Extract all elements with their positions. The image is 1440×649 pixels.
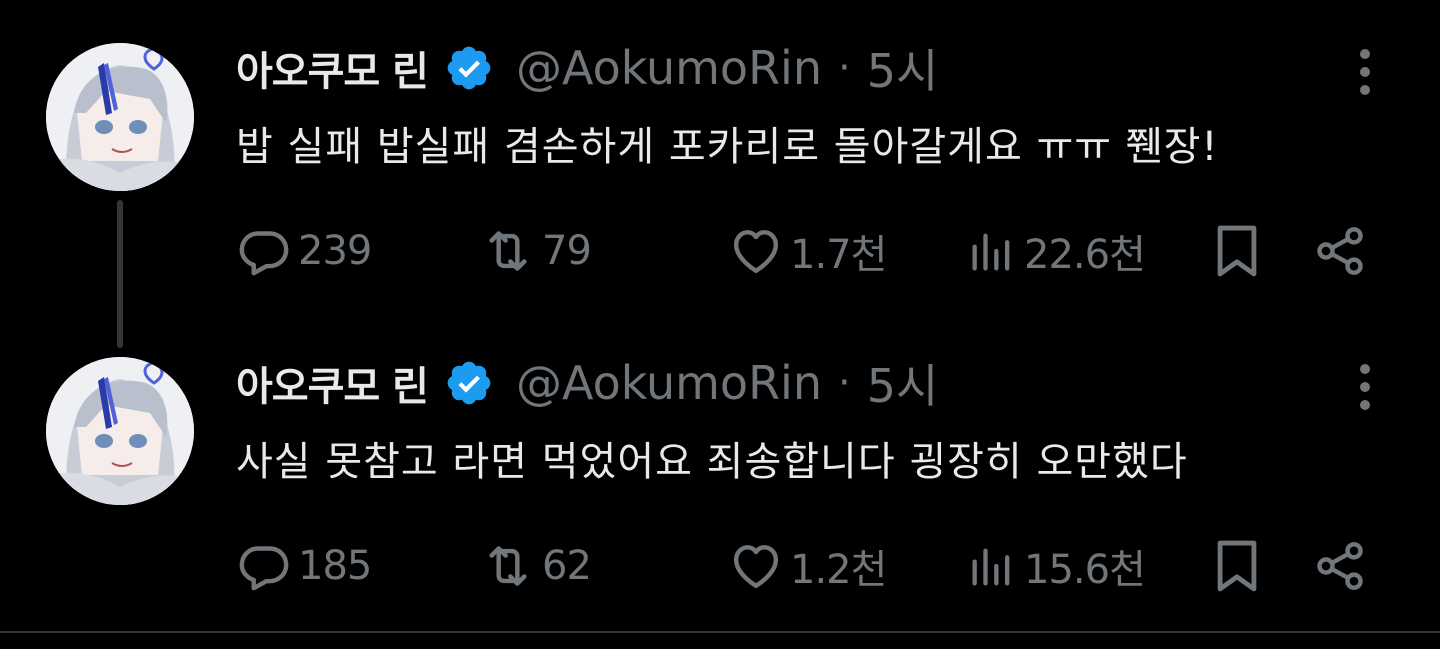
share-icon	[1317, 542, 1363, 590]
tweet[interactable]: 아오쿠모 린 @AokumoRin · 5시 밥 실패 밥실패 겸손하게 포카리…	[0, 0, 1440, 348]
share-button[interactable]	[1312, 533, 1368, 599]
verified-badge-icon	[447, 361, 491, 405]
views-chart-icon	[972, 233, 1010, 271]
like-count: 1.2천	[790, 547, 887, 593]
bookmark-icon	[1217, 225, 1257, 277]
tweet-actions: 185 62 1.2천 15.6천	[0, 533, 1440, 599]
bookmark-button[interactable]	[1212, 533, 1262, 599]
reply-icon	[239, 546, 289, 591]
display-name[interactable]: 아오쿠모 린	[236, 354, 429, 412]
heart-icon	[733, 230, 779, 274]
retweet-button[interactable]: 62	[480, 533, 592, 599]
bookmark-button[interactable]	[1212, 218, 1262, 284]
share-button[interactable]	[1312, 218, 1368, 284]
tweet-header: 아오쿠모 린 @AokumoRin · 5시	[236, 351, 938, 415]
view-count: 22.6천	[1024, 232, 1146, 278]
reply-button[interactable]: 239	[236, 218, 372, 284]
like-button[interactable]: 1.7천	[728, 218, 887, 284]
avatar[interactable]	[46, 357, 194, 505]
share-icon	[1317, 227, 1363, 275]
view-count: 15.6천	[1024, 547, 1146, 593]
retweet-count: 79	[542, 228, 592, 274]
retweet-icon	[489, 231, 527, 271]
verified-badge-icon	[447, 46, 491, 90]
retweet-icon	[489, 546, 527, 586]
avatar-illustration	[46, 43, 194, 191]
heart-icon	[733, 545, 779, 589]
separator-dot: ·	[837, 45, 851, 91]
like-button[interactable]: 1.2천	[728, 533, 887, 599]
bottom-divider	[0, 631, 1440, 633]
separator-dot: ·	[837, 360, 851, 406]
tweet-header: 아오쿠모 린 @AokumoRin · 5시	[236, 36, 938, 100]
views-button[interactable]: 22.6천	[966, 218, 1146, 284]
views-chart-icon	[972, 548, 1010, 586]
views-button[interactable]: 15.6천	[966, 533, 1146, 599]
retweet-count: 62	[542, 543, 592, 589]
tweet-text: 사실 못참고 라면 먹었어요 죄송합니다 굉장히 오만했다	[236, 439, 1188, 485]
retweet-button[interactable]: 79	[480, 218, 592, 284]
tweet-actions: 239 79 1.7천 22.6천	[0, 218, 1440, 284]
like-count: 1.7천	[790, 232, 887, 278]
more-options-icon[interactable]	[1348, 361, 1382, 413]
reply-icon	[239, 231, 289, 276]
reply-count: 239	[298, 228, 372, 274]
user-handle[interactable]: @AokumoRin	[516, 41, 822, 95]
more-options-icon[interactable]	[1348, 46, 1382, 98]
avatar[interactable]	[46, 43, 194, 191]
bookmark-icon	[1217, 540, 1257, 592]
tweet-text: 밥 실패 밥실패 겸손하게 포카리로 돌아갈게요 ㅠㅠ 쮄장!	[236, 124, 1219, 170]
tweet[interactable]: 아오쿠모 린 @AokumoRin · 5시 사실 못참고 라면 먹었어요 죄송…	[0, 315, 1440, 631]
display-name[interactable]: 아오쿠모 린	[236, 39, 429, 97]
reply-button[interactable]: 185	[236, 533, 372, 599]
user-handle[interactable]: @AokumoRin	[516, 356, 822, 410]
reply-count: 185	[298, 543, 372, 589]
timestamp[interactable]: 5시	[867, 35, 939, 101]
timestamp[interactable]: 5시	[867, 350, 939, 416]
avatar-illustration	[46, 357, 194, 505]
